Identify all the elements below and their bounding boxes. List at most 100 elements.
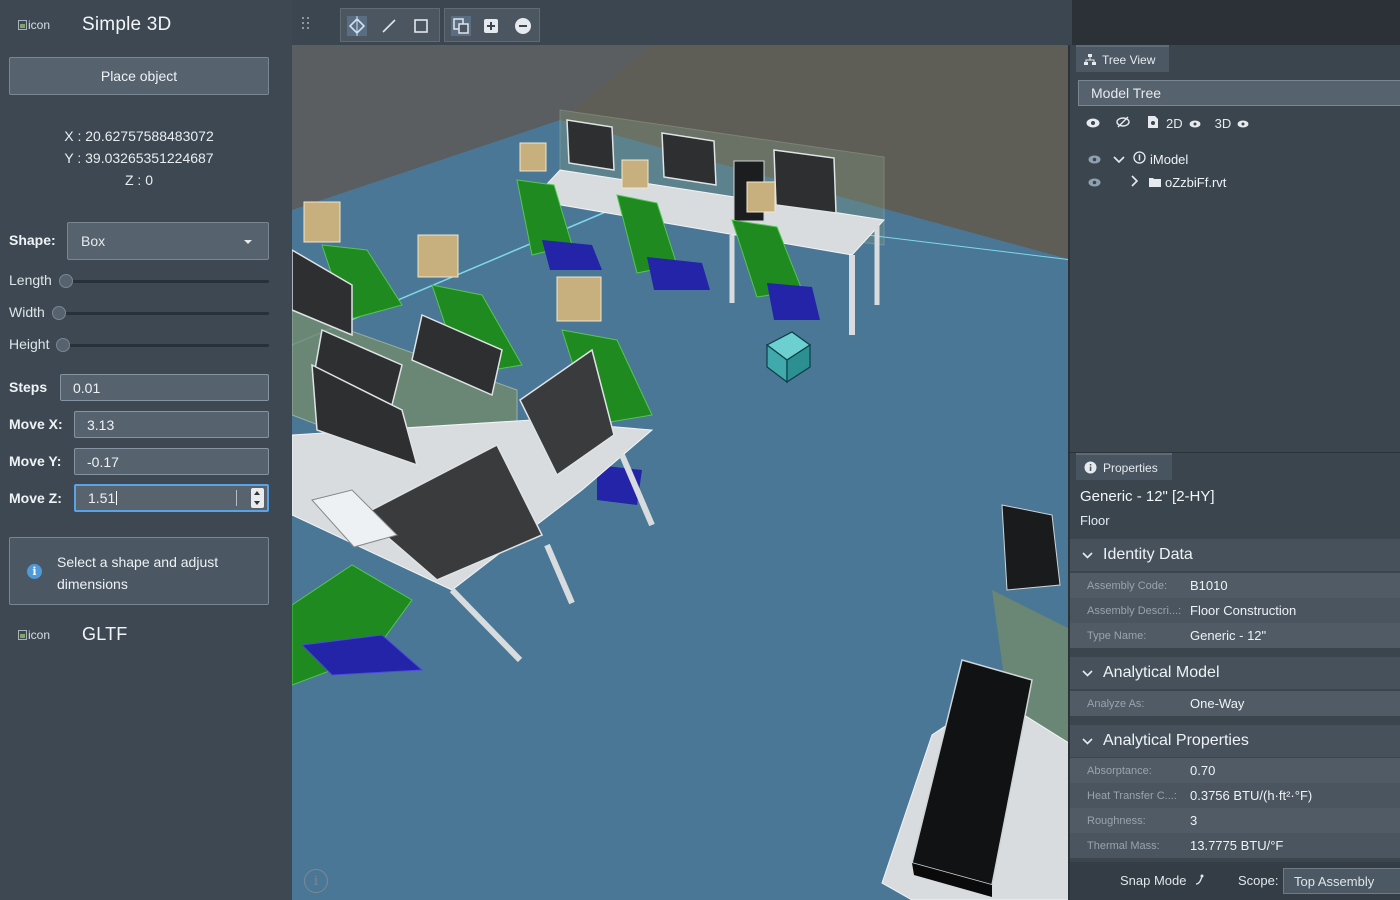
show-all-icon[interactable] xyxy=(1086,116,1100,131)
length-slider[interactable] xyxy=(59,274,269,288)
length-label: Length xyxy=(9,272,52,288)
left-panel: icon Simple 3D Place object X : 20.62757… xyxy=(0,0,292,900)
i-beam-cursor-icon xyxy=(236,490,237,506)
imodel-icon xyxy=(1133,151,1146,167)
viewport-toolbar xyxy=(292,0,1072,45)
section-identity-data[interactable]: Identity Data xyxy=(1070,539,1400,571)
element-title: Generic - 12" [2-HY] xyxy=(1080,488,1215,505)
coord-y: Y : 39.03265351224687 xyxy=(64,150,214,166)
tool-group-1 xyxy=(340,8,440,42)
tree-node-file[interactable]: oZzbiFf.rvt xyxy=(1088,175,1226,190)
height-slider[interactable] xyxy=(56,338,269,352)
move-y-label: Move Y: xyxy=(9,453,62,469)
itwin-logo-icon: i xyxy=(304,869,328,893)
hierarchy-icon xyxy=(1084,53,1096,66)
tab-properties-label: Properties xyxy=(1103,460,1158,475)
move-y-value: -0.17 xyxy=(87,453,119,470)
properties-panel: Properties Generic - 12" [2-HY] Floor Id… xyxy=(1070,452,1400,900)
toggle-2d-label[interactable]: 2D xyxy=(1166,116,1183,131)
width-slider-thumb[interactable] xyxy=(52,306,66,320)
chevron-down-icon xyxy=(1082,669,1093,677)
move-x-value: 3.13 xyxy=(87,416,115,433)
drag-handle-icon[interactable] xyxy=(302,17,310,31)
shape-label: Shape: xyxy=(9,232,56,248)
status-bar: Snap Mode Scope: Top Assembly xyxy=(1070,862,1400,900)
move-z-label: Move Z: xyxy=(9,490,62,506)
tree-node-imodel-label: iModel xyxy=(1150,151,1189,167)
scene-canvas[interactable] xyxy=(292,45,1072,900)
move-y-input[interactable]: -0.17 xyxy=(74,448,269,475)
tree-toolbar: 2D 3D xyxy=(1086,115,1249,132)
gltf-header: icon GLTF xyxy=(18,624,127,645)
tree-node-imodel[interactable]: iModel xyxy=(1088,151,1188,167)
steps-input[interactable]: 0.01 xyxy=(60,374,269,401)
section-analytical-properties[interactable]: Analytical Properties xyxy=(1070,725,1400,757)
shape-select[interactable]: Box xyxy=(67,222,269,260)
place-object-button[interactable]: Place object xyxy=(9,57,269,95)
monitor xyxy=(661,132,717,186)
toggle-2d-eye-icon[interactable] xyxy=(1189,116,1201,131)
element-class: Floor xyxy=(1080,513,1110,528)
steps-value: 0.01 xyxy=(73,379,101,396)
visibility-eye-icon[interactable] xyxy=(1088,175,1101,190)
gltf-title: GLTF xyxy=(82,624,128,644)
height-slider-thumb[interactable] xyxy=(56,338,70,352)
section-identity-title: Identity Data xyxy=(1103,546,1193,563)
tab-properties[interactable]: Properties xyxy=(1076,453,1172,480)
visibility-eye-icon[interactable] xyxy=(1088,152,1101,167)
chevron-down-icon[interactable] xyxy=(1113,152,1125,167)
number-spinner[interactable] xyxy=(251,488,264,508)
move-x-label: Move X: xyxy=(9,416,63,432)
toggle-3d-label[interactable]: 3D xyxy=(1215,116,1232,131)
tab-tree-view[interactable]: Tree View xyxy=(1076,45,1170,72)
scope-select-value: Top Assembly xyxy=(1294,873,1375,889)
move-z-input[interactable]: 1.51 xyxy=(74,484,269,512)
length-slider-thumb[interactable] xyxy=(59,274,73,288)
monitor xyxy=(773,149,837,214)
move-x-input[interactable]: 3.13 xyxy=(74,411,269,438)
chevron-right-icon[interactable] xyxy=(1131,175,1139,190)
property-row: Assembly Code: B1010 xyxy=(1070,573,1400,598)
section-analytical-model-title: Analytical Model xyxy=(1103,664,1220,681)
folder-icon xyxy=(1149,175,1161,190)
select-tool-icon[interactable] xyxy=(343,12,371,40)
property-row: Absorptance: 0.70 xyxy=(1070,758,1400,783)
coord-z: Z : 0 xyxy=(124,172,153,188)
info-icon xyxy=(1084,461,1097,474)
app-header: icon Simple 3D xyxy=(18,14,171,36)
section-analytical-model[interactable]: Analytical Model xyxy=(1070,657,1400,689)
property-row: Type Name: Generic - 12" xyxy=(1070,623,1400,648)
tab-tree-view-label: Tree View xyxy=(1102,52,1156,67)
caret-down-icon xyxy=(244,240,252,244)
section-analytical-properties-title: Analytical Properties xyxy=(1103,732,1249,749)
tree-node-file-label: oZzbiFf.rvt xyxy=(1165,175,1227,190)
chevron-down-icon xyxy=(1082,737,1093,745)
scope-select[interactable]: Top Assembly xyxy=(1283,868,1400,894)
remove-icon[interactable] xyxy=(509,12,537,40)
add-icon[interactable] xyxy=(477,12,505,40)
invert-visibility-icon[interactable] xyxy=(1146,115,1160,132)
snap-mode-label: Snap Mode xyxy=(1120,873,1187,888)
width-slider[interactable] xyxy=(52,306,269,320)
text-cursor xyxy=(116,491,118,505)
property-row: Thermal Mass: 13.7775 BTU/°F xyxy=(1070,833,1400,858)
app-logo-image: icon xyxy=(18,18,68,32)
property-row: Heat Transfer C...: 0.3756 BTU/(h·ft²·°F) xyxy=(1070,783,1400,808)
snap-icon xyxy=(1196,874,1204,885)
property-row: Analyze As: One-Way xyxy=(1070,691,1400,716)
chevron-down-icon xyxy=(1082,551,1093,559)
toggle-3d-eye-icon[interactable] xyxy=(1237,116,1249,131)
right-panel: Tree View Model Tree 2D 3D iModel oZzbiF… xyxy=(1068,45,1400,900)
copy-icon[interactable] xyxy=(447,12,475,40)
steps-label: Steps xyxy=(9,379,48,395)
measure-line-icon[interactable] xyxy=(375,12,403,40)
shape-select-value: Box xyxy=(81,233,106,249)
rectangle-icon[interactable] xyxy=(407,12,435,40)
property-row: Assembly Descri...: Floor Construction xyxy=(1070,598,1400,623)
hide-all-icon[interactable] xyxy=(1116,116,1130,131)
tool-group-2 xyxy=(444,8,540,42)
move-z-value: 1.51 xyxy=(88,490,116,506)
model-tree-select[interactable]: Model Tree xyxy=(1078,80,1400,106)
snap-mode-button[interactable]: Snap Mode xyxy=(1120,873,1206,888)
3d-viewport[interactable]: i xyxy=(292,45,1072,900)
